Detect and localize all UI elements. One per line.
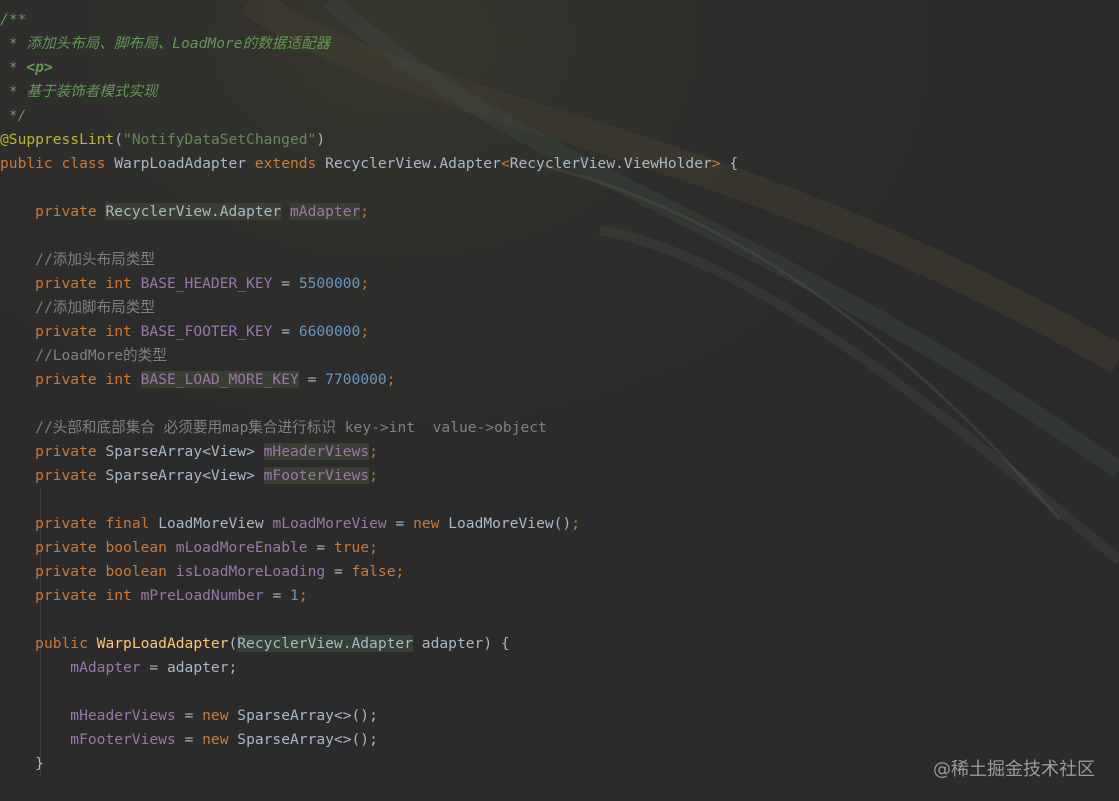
code-line-11: //添加头布局类型 [35,251,155,268]
code-line-5: */ [0,107,27,124]
code-line-30: mHeaderViews = new SparseArray<>(); [70,707,378,724]
code-line-13: //添加脚布局类型 [35,299,155,316]
code-line-20: private SparseArray<View> mFooterViews; [35,467,378,484]
code-line-1: /** [0,11,27,28]
code-line-16: private int BASE_LOAD_MORE_KEY = 7700000… [35,371,396,388]
code-line-25: private int mPreLoadNumber = 1; [35,587,308,604]
code-line-7: public class WarpLoadAdapter extends Rec… [0,155,739,172]
code-line-6: @SuppressLint("NotifyDataSetChanged") [0,131,326,148]
code-line-24: private boolean isLoadMoreLoading = fals… [35,563,405,580]
code-line-3: * <p> [0,59,53,76]
site-watermark: @稀土掘金技术社区 [933,759,1095,780]
code-line-2: * 添加头布局、脚布局、LoadMore的数据适配器 [0,35,331,52]
code-line-4: * 基于装饰者模式实现 [0,83,158,100]
code-line-18: //头部和底部集合 必须要用map集合进行标识 key->int value->… [35,419,547,436]
code-editor[interactable]: /** * 添加头布局、脚布局、LoadMore的数据适配器 * <p> * 基… [0,8,1119,776]
code-line-14: private int BASE_FOOTER_KEY = 6600000; [35,323,370,340]
code-line-28: mAdapter = adapter; [70,659,238,676]
code-line-27: public WarpLoadAdapter(RecyclerView.Adap… [35,635,510,652]
code-line-31: mFooterViews = new SparseArray<>(); [70,731,378,748]
code-line-15: //LoadMore的类型 [35,347,167,364]
code-line-22: private final LoadMoreView mLoadMoreView… [35,515,581,532]
code-line-9: private RecyclerView.Adapter mAdapter; [35,203,370,220]
code-line-23: private boolean mLoadMoreEnable = true; [35,539,378,556]
code-line-19: private SparseArray<View> mHeaderViews; [35,443,378,460]
code-line-12: private int BASE_HEADER_KEY = 5500000; [35,275,370,292]
